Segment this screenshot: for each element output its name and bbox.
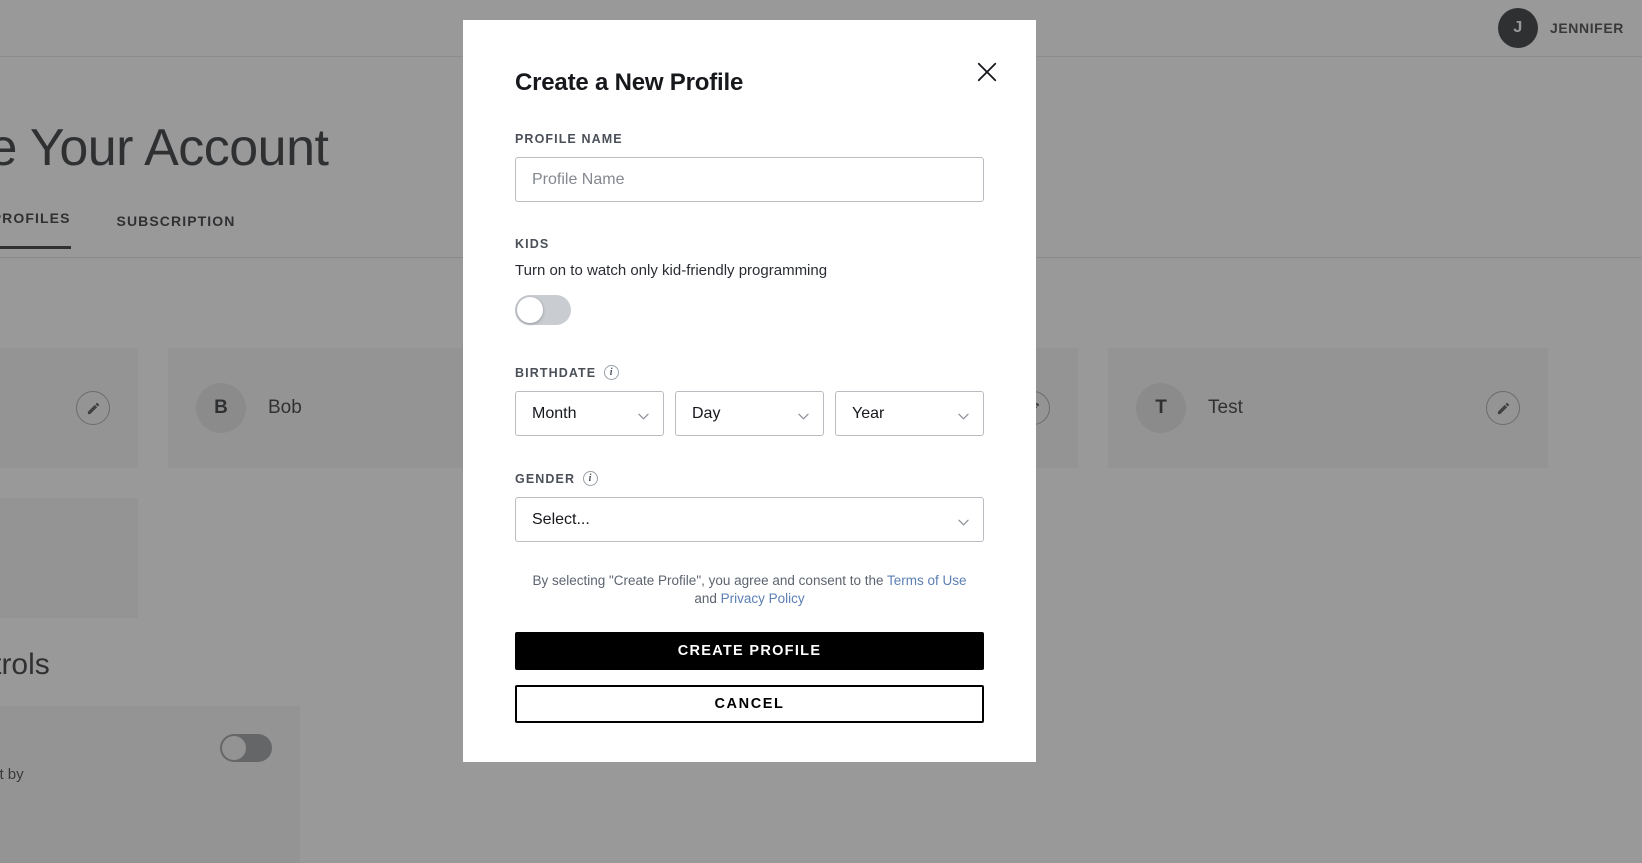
gender-label: GENDER i [515,471,984,486]
kids-label-text: KIDS [515,237,550,251]
birthdate-year-value: Year [852,404,885,422]
profile-name-input[interactable] [515,157,984,202]
kids-label: KIDS [515,237,984,251]
close-x-icon [977,62,997,82]
create-profile-button[interactable]: CREATE PROFILE [515,632,984,670]
birthdate-label: BIRTHDATE i [515,365,984,380]
chevron-down-icon [798,413,809,420]
birthdate-label-text: BIRTHDATE [515,365,597,380]
gender-select[interactable]: Select... [515,497,984,542]
profile-name-label: PROFILE NAME [515,132,984,146]
create-profile-modal: Create a New Profile PROFILE NAME KIDS T… [463,20,1036,762]
privacy-policy-link[interactable]: Privacy Policy [721,591,805,606]
profile-name-label-text: PROFILE NAME [515,132,623,146]
legal-middle: and [694,591,721,606]
gender-label-text: GENDER [515,471,576,486]
kids-description: Turn on to watch only kid-friendly progr… [515,262,828,279]
info-icon[interactable]: i [604,365,620,380]
info-icon[interactable]: i [583,471,599,486]
cancel-button[interactable]: CANCEL [515,685,984,723]
birthdate-month-select[interactable]: Month [515,391,664,436]
birthdate-day-value: Day [692,404,721,422]
close-icon[interactable] [968,53,1006,91]
legal-consent-text: By selecting "Create Profile", you agree… [515,572,984,608]
birthdate-month-value: Month [532,404,577,422]
terms-of-use-link[interactable]: Terms of Use [887,573,967,588]
chevron-down-icon [958,413,969,420]
gender-value: Select... [532,510,590,528]
birthdate-day-select[interactable]: Day [675,391,824,436]
birthdate-selects: Month Day Year [515,391,984,436]
kids-toggle[interactable] [515,295,571,325]
birthdate-year-select[interactable]: Year [835,391,984,436]
chevron-down-icon [638,413,649,420]
modal-title: Create a New Profile [515,69,744,96]
legal-prefix: By selecting "Create Profile", you agree… [532,573,887,588]
chevron-down-icon [958,519,969,526]
